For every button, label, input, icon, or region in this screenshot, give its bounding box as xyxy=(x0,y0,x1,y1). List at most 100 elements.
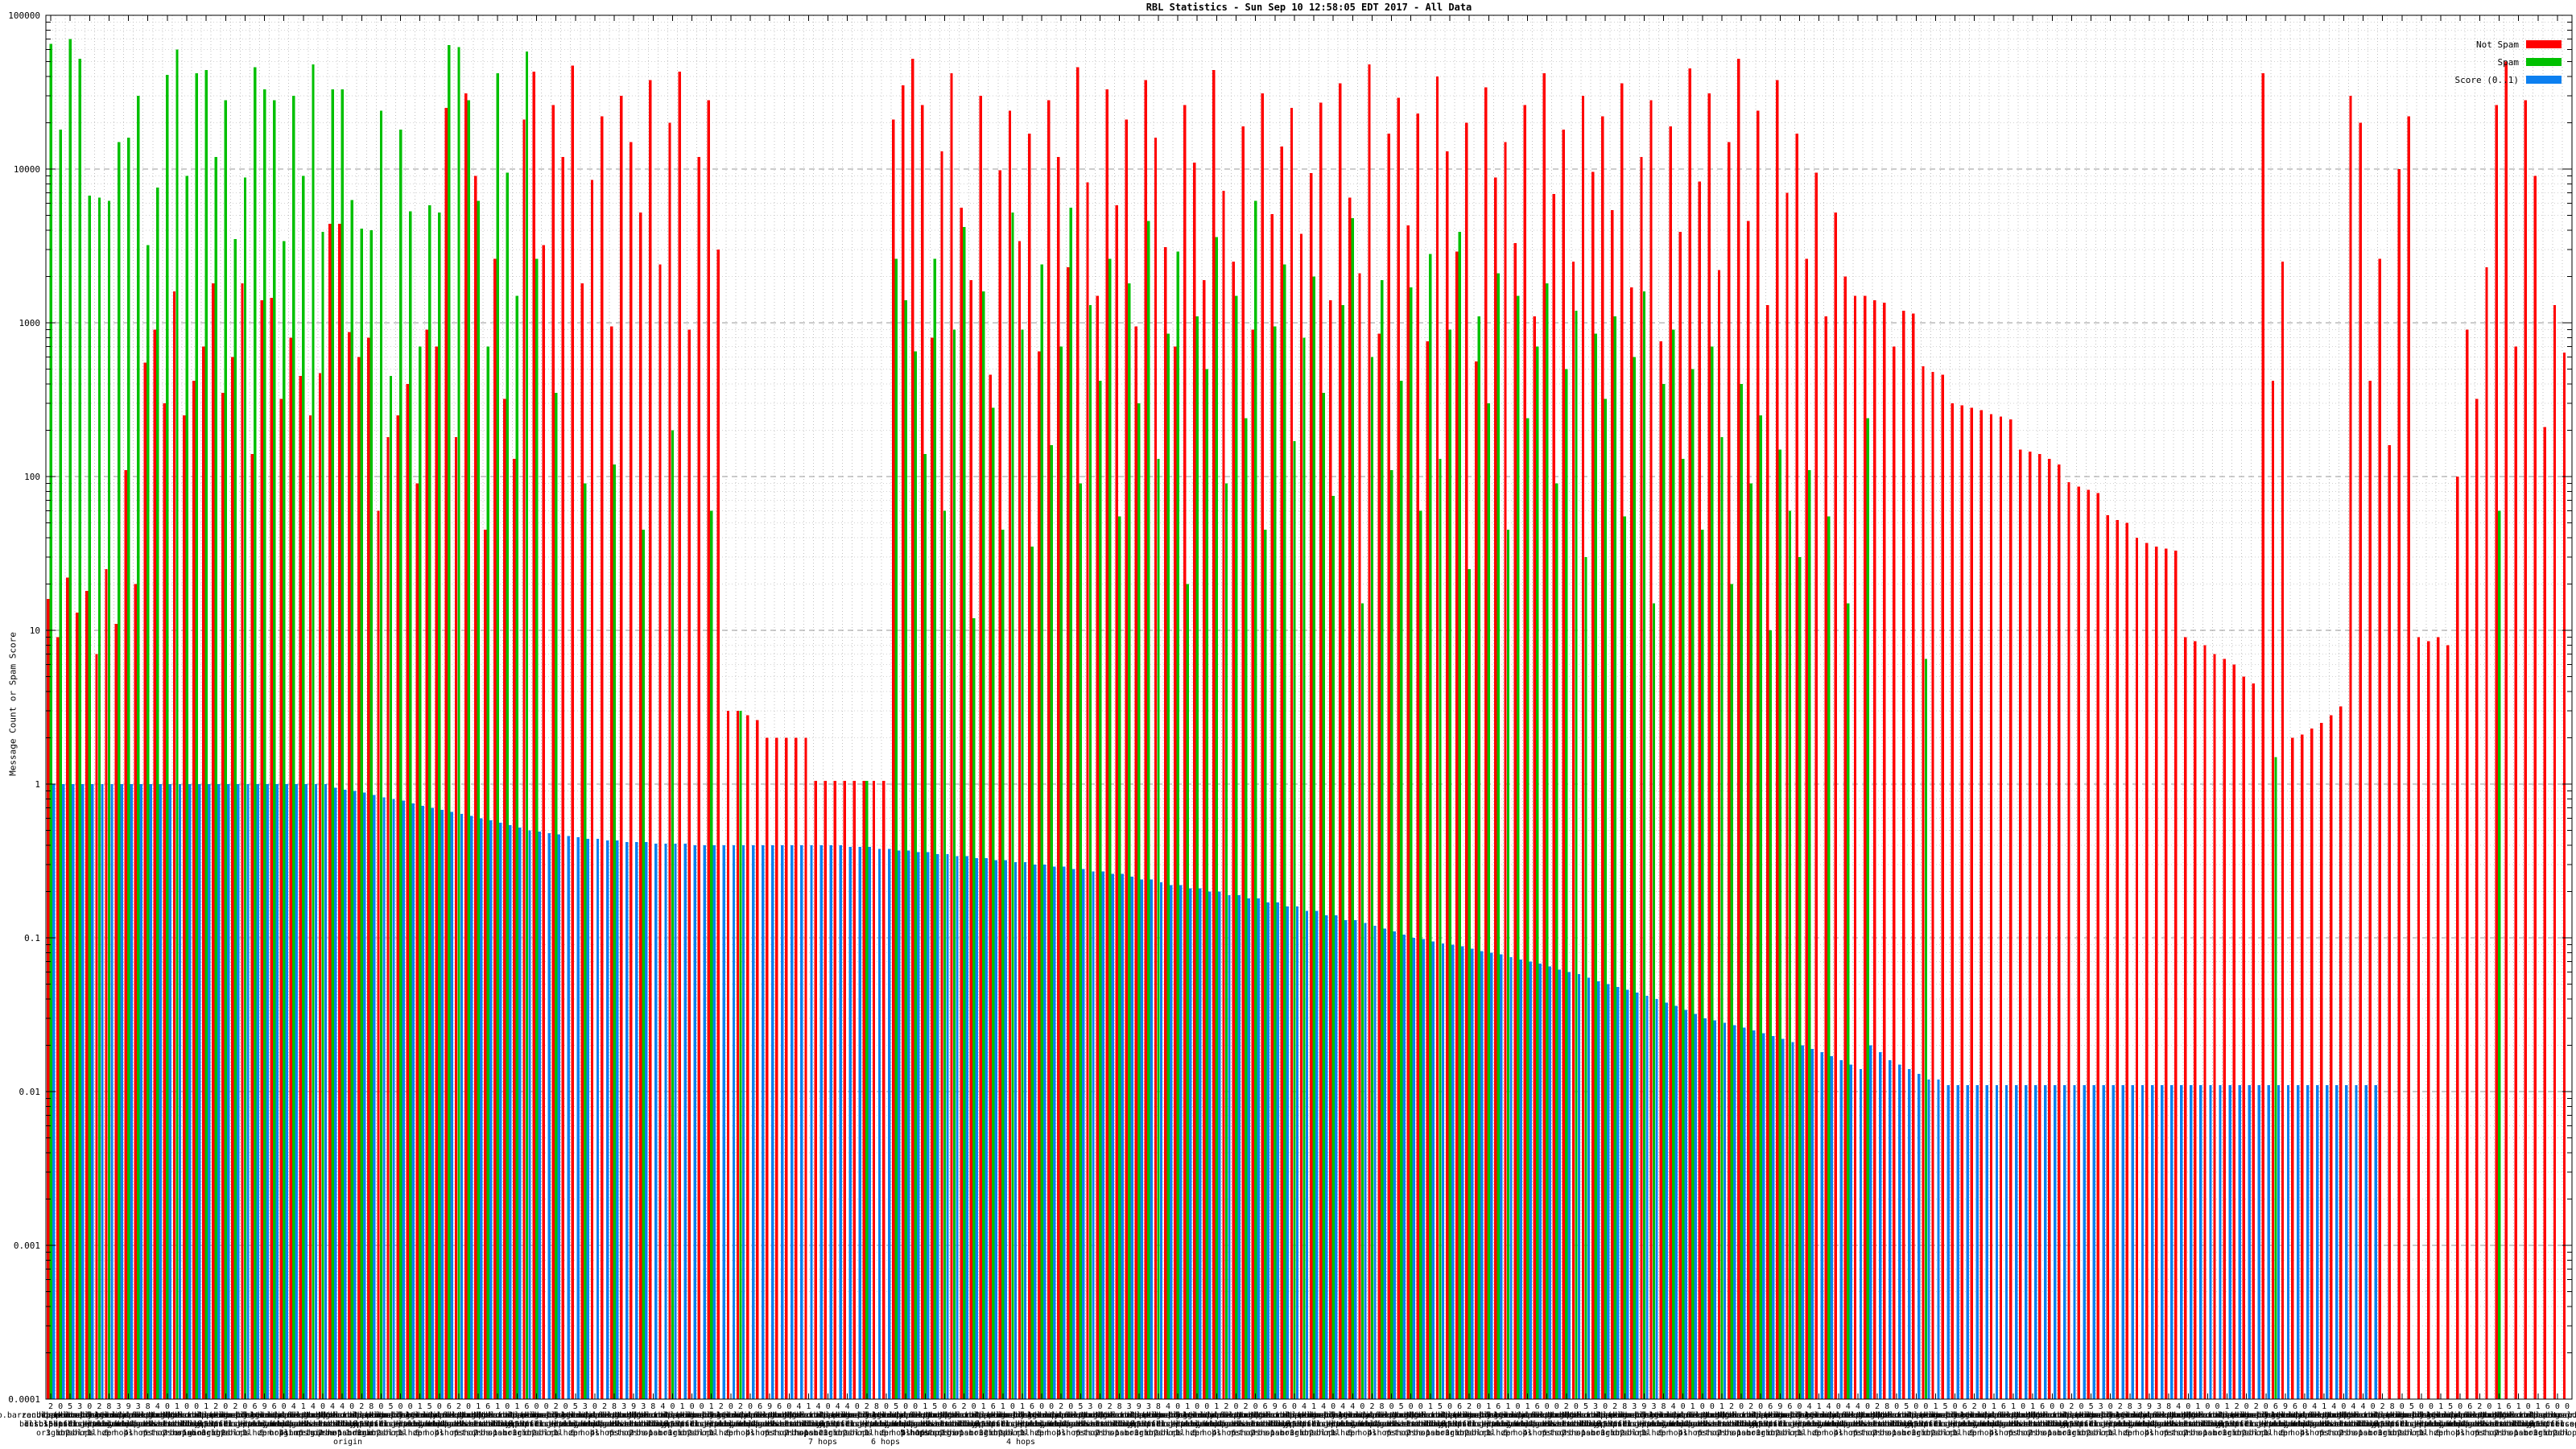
bar-score xyxy=(1695,1014,1697,1400)
x-label-score: 0 xyxy=(1233,1402,1238,1411)
bar-score xyxy=(917,852,919,1399)
bar-score xyxy=(179,784,181,1399)
bar-score xyxy=(1179,886,1182,1399)
bar-not-spam xyxy=(1844,277,1847,1400)
bar-spam xyxy=(1575,311,1577,1399)
bar-score xyxy=(1005,861,1007,1400)
bar-not-spam xyxy=(56,638,59,1399)
x-label-score: 0 xyxy=(2565,1402,2570,1411)
bar-not-spam xyxy=(1038,352,1040,1399)
x-label-score: 6 xyxy=(2273,1402,2278,1411)
bar-score xyxy=(2306,1085,2309,1399)
bar-score xyxy=(683,844,686,1399)
bar-spam xyxy=(1322,393,1324,1399)
bar-spam xyxy=(1264,530,1266,1399)
x-label-score: 4 xyxy=(2351,1402,2355,1411)
bar-score xyxy=(1674,1006,1677,1399)
bar-spam xyxy=(108,201,110,1399)
x-label-score: 0 xyxy=(408,1402,413,1411)
bar-score xyxy=(888,848,890,1399)
bar-spam xyxy=(1448,330,1451,1399)
bar-score xyxy=(1946,1085,1949,1399)
bar-not-spam xyxy=(1494,178,1496,1399)
bar-not-spam xyxy=(2009,419,2012,1399)
bar-score xyxy=(1519,960,1521,1399)
bar-score xyxy=(1442,943,1444,1399)
bar-not-spam xyxy=(1047,101,1050,1399)
bar-score xyxy=(373,795,375,1400)
bar-spam xyxy=(1429,254,1431,1399)
bar-score xyxy=(528,831,530,1400)
x-label-score: 0 xyxy=(1331,1402,1335,1411)
bar-not-spam xyxy=(2116,520,2119,1399)
axis-ticks xyxy=(46,15,2572,1399)
bar-spam xyxy=(1497,274,1500,1400)
bar-not-spam xyxy=(386,437,389,1399)
bar-not-spam xyxy=(2232,664,2235,1399)
bar-spam xyxy=(1187,584,1189,1400)
bar-spam xyxy=(1439,459,1441,1399)
x-label-score: 2 xyxy=(48,1402,53,1411)
x-label-fragment: origin xyxy=(295,1429,324,1438)
x-label-score: 8 xyxy=(1379,1402,1384,1411)
bar-score xyxy=(713,845,716,1399)
bar-score xyxy=(1558,970,1561,1399)
x-label-score: 1 xyxy=(1992,1402,1996,1411)
bar-score xyxy=(859,847,861,1399)
bar-score xyxy=(2034,1085,2037,1399)
bar-not-spam xyxy=(698,157,700,1399)
bar-score xyxy=(1996,1085,1998,1399)
x-label-score: 3 xyxy=(2137,1402,2142,1411)
bar-score xyxy=(1500,955,1502,1399)
x-label-score: 2 xyxy=(1243,1402,1248,1411)
x-label-score: 0 xyxy=(1836,1402,1841,1411)
x-label-score: 0 xyxy=(2341,1402,2346,1411)
bar-score xyxy=(1714,1021,1716,1399)
bar-score xyxy=(1101,872,1104,1399)
x-label-score: 0 xyxy=(1418,1402,1423,1411)
bar-not-spam xyxy=(1358,274,1360,1400)
bar-not-spam xyxy=(1513,243,1516,1399)
bar-spam xyxy=(982,291,985,1399)
x-label-score: 1 xyxy=(2496,1402,2501,1411)
bar-not-spam xyxy=(2456,477,2458,1399)
x-label-score: 8 xyxy=(1661,1402,1666,1411)
x-label-score: 6 xyxy=(2040,1402,2045,1411)
bar-not-spam xyxy=(1951,403,1953,1399)
bar-score xyxy=(2199,1085,2202,1399)
bar-score xyxy=(1908,1069,1910,1399)
bar-not-spam xyxy=(1086,183,1088,1400)
bar-spam xyxy=(953,330,956,1399)
bar-score xyxy=(1490,953,1492,1400)
bar-not-spam xyxy=(2534,176,2537,1399)
bar-not-spam xyxy=(1873,300,1876,1399)
x-label-score: 5 xyxy=(894,1402,898,1411)
bar-not-spam xyxy=(940,151,943,1399)
bar-not-spam xyxy=(2048,459,2050,1399)
bar-spam xyxy=(215,157,217,1399)
x-label-score: 0 xyxy=(1574,1402,1579,1411)
legend-label-not-spam: Not Spam xyxy=(2476,39,2519,50)
bar-not-spam xyxy=(1922,366,1924,1399)
bar-not-spam xyxy=(1426,341,1429,1399)
bar-spam xyxy=(1711,347,1713,1399)
bar-score xyxy=(1237,895,1240,1399)
x-label-score: 0 xyxy=(903,1402,908,1411)
bar-score xyxy=(1413,938,1415,1399)
bar-score xyxy=(898,851,900,1400)
x-label-score: 0 xyxy=(2021,1402,2025,1411)
x-label-score: 2 xyxy=(1369,1402,1374,1411)
x-label-score: 8 xyxy=(2128,1402,2132,1411)
bar-not-spam xyxy=(1212,70,1215,1399)
bar-spam xyxy=(1594,334,1596,1400)
bar-not-spam xyxy=(1271,214,1274,1399)
x-label-score: 6 xyxy=(2545,1402,2550,1411)
bar-score xyxy=(1743,1028,1745,1399)
bar-not-spam xyxy=(1310,173,1312,1399)
x-label-score: 2 xyxy=(1612,1402,1617,1411)
bar-not-spam xyxy=(727,711,729,1399)
x-label-score: 0 xyxy=(398,1402,402,1411)
bar-score xyxy=(1461,947,1463,1399)
x-label-score: 2 xyxy=(738,1402,743,1411)
x-label-score: 0 xyxy=(729,1402,733,1411)
